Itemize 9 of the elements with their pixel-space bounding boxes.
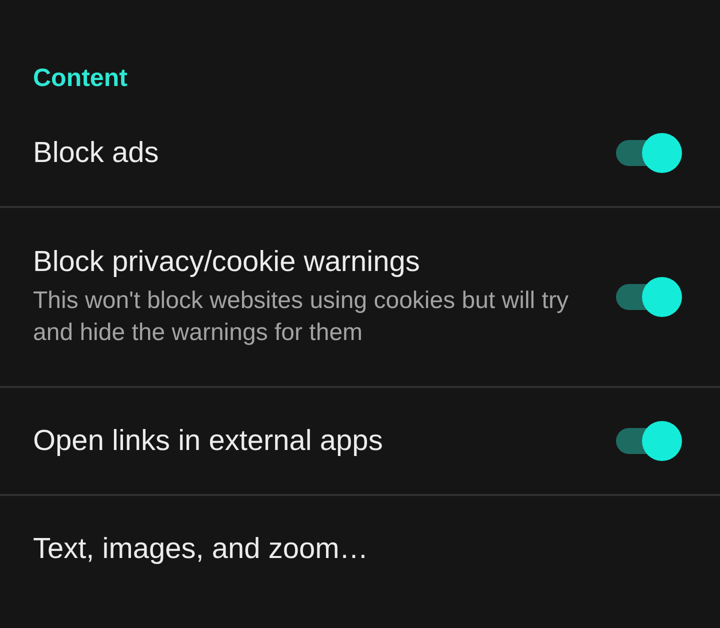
setting-description: This won't block websites using cookies but will try and hide the warnings for them — [33, 286, 570, 348]
setting-title: Block ads — [33, 136, 160, 170]
section-title: Content — [33, 64, 128, 92]
setting-title: Open links in external apps — [33, 424, 384, 458]
toggle-switch[interactable] — [616, 133, 682, 173]
toggle-switch[interactable] — [616, 421, 682, 461]
setting-title[interactable]: Text, images, and zoom… — [33, 532, 682, 566]
setting-title: Block privacy/cookie warnings — [33, 246, 421, 278]
toggle-switch[interactable] — [616, 277, 682, 317]
